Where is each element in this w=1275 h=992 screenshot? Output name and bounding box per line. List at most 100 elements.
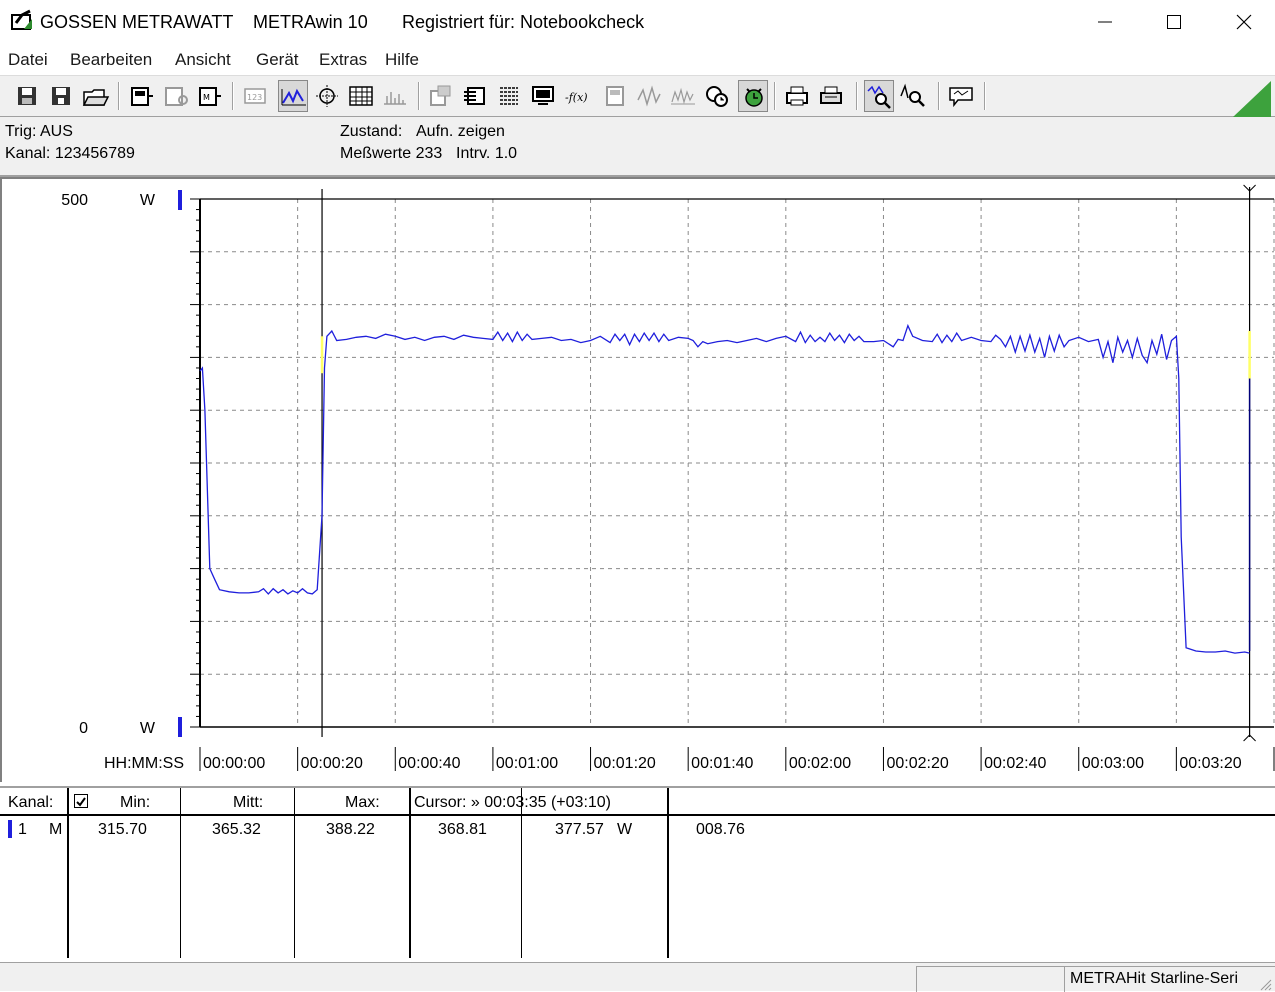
column-divider <box>409 788 411 958</box>
display-digital-button[interactable]: 123 <box>240 80 270 112</box>
device-memory-icon: M <box>199 87 221 106</box>
zoom-wave-icon <box>867 85 891 109</box>
device-settings-icon <box>430 85 451 106</box>
device-name: METRAHit Starline-Seri <box>1070 970 1239 987</box>
menu-bar: Datei Bearbeiten Ansicht Gerät Extras Hi… <box>0 44 1275 74</box>
menu-ansicht[interactable]: Ansicht <box>175 50 231 70</box>
state-value: Aufn. zeigen <box>416 123 505 140</box>
print-icon <box>820 86 842 104</box>
y-axis-unit-bottom: W <box>140 720 156 737</box>
device-memory-button[interactable]: M <box>194 80 224 112</box>
close-button[interactable] <box>1214 0 1274 44</box>
measurement-count: Meßwerte 233 <box>340 145 443 162</box>
list-settings-icon <box>500 87 518 105</box>
svg-text:-f(x): -f(x) <box>565 91 588 104</box>
zoom-out-icon <box>900 83 925 107</box>
meter-icon <box>606 86 624 106</box>
line-chart-button[interactable] <box>278 80 308 112</box>
zoom-out-button[interactable] <box>898 80 928 112</box>
minimize-button[interactable] <box>1075 0 1135 44</box>
comment-button[interactable] <box>946 80 976 112</box>
header-kanal: Kanal: <box>8 794 54 811</box>
computer-button[interactable] <box>528 80 558 112</box>
open-folder-icon <box>82 89 110 106</box>
menu-hilfe[interactable]: Hilfe <box>385 50 419 70</box>
open-button[interactable] <box>80 80 110 112</box>
device-config-icon <box>165 87 188 106</box>
check-icon <box>76 797 86 807</box>
timer-icon <box>706 86 728 107</box>
menu-extras[interactable]: Extras <box>319 50 367 70</box>
meter-button[interactable] <box>600 80 630 112</box>
svg-text:123: 123 <box>247 93 262 102</box>
column-divider <box>180 788 181 958</box>
list-settings-button[interactable] <box>494 80 524 112</box>
print-preview-button[interactable] <box>782 80 812 112</box>
header-mitt: Mitt: <box>233 794 264 811</box>
header-min: Min: <box>120 794 151 811</box>
function-button[interactable]: -f(x) <box>562 80 592 112</box>
x-tick-label: 00:00:40 <box>398 755 460 772</box>
x-tick-label: 00:02:00 <box>789 755 851 772</box>
save-disk-icon <box>18 87 36 105</box>
toolbar: M 123 -f(x) <box>0 75 1275 117</box>
record-button[interactable] <box>738 80 768 112</box>
save-button[interactable] <box>12 80 42 112</box>
signal-button[interactable] <box>668 80 698 112</box>
x-tick-label: 00:02:40 <box>984 755 1046 772</box>
xy-chart-button[interactable] <box>312 80 342 112</box>
row-diff: 008.76 <box>696 821 745 838</box>
histogram-icon <box>384 92 406 105</box>
header-cursor: Cursor: » 00:03:35 (+03:10) <box>414 794 612 811</box>
status-bar: METRAHit Starline-Seri <box>0 962 1275 992</box>
device-read-icon <box>131 87 153 106</box>
resize-grip-icon[interactable] <box>1258 977 1272 991</box>
power-chart[interactable]: 500 W 0 W HH:MM:SS 00:00:00 00:00:20 00:00:40 00… <box>2 179 1275 782</box>
y-axis-unit-top: W <box>140 192 156 209</box>
x-tick-label: 00:01:20 <box>594 755 656 772</box>
device-config-button[interactable] <box>160 80 190 112</box>
header-divider <box>0 814 1275 816</box>
waveform-button[interactable] <box>634 80 664 112</box>
table-icon <box>349 86 373 106</box>
status-info-panel: Trig: AUS Kanal: 123456789 Zustand: Aufn… <box>0 117 1275 177</box>
timer-button[interactable] <box>702 80 732 112</box>
device-read-button[interactable] <box>126 80 156 112</box>
y-axis-min-label: 0 <box>79 720 88 737</box>
table-view-button[interactable] <box>346 80 376 112</box>
window-brand: GOSSEN METRAWATT <box>40 12 234 32</box>
histogram-button[interactable] <box>380 80 410 112</box>
x-axis-label: HH:MM:SS <box>104 755 184 772</box>
save-as-button[interactable] <box>46 80 76 112</box>
interval-value: Intrv. 1.0 <box>456 145 518 162</box>
menu-geraet[interactable]: Gerät <box>256 50 299 70</box>
resize-corner-icon <box>1233 81 1271 117</box>
header-max: Max: <box>345 794 380 811</box>
print-button[interactable] <box>816 80 846 112</box>
menu-datei[interactable]: Datei <box>8 50 48 70</box>
x-tick-label: 00:03:00 <box>1082 755 1144 772</box>
row-unit: W <box>617 821 633 838</box>
maximize-button[interactable] <box>1144 0 1204 44</box>
waveform-icon <box>637 85 661 107</box>
x-tick-label: 00:01:40 <box>691 755 753 772</box>
row-max: 388.22 <box>326 821 375 838</box>
printer-icon <box>786 86 808 106</box>
row-mode: M <box>49 821 63 838</box>
menu-bearbeiten[interactable]: Bearbeiten <box>70 50 152 70</box>
zoom-in-button[interactable] <box>864 80 894 112</box>
header-checkbox[interactable] <box>74 794 88 808</box>
x-tick-label: 00:03:20 <box>1179 755 1241 772</box>
status-panel-empty <box>916 966 1064 992</box>
row-cursor-b: 377.57 <box>555 821 604 838</box>
measurement-table: Kanal: Min: Mitt: Max: Cursor: » 00:03:3… <box>0 786 1275 958</box>
column-divider <box>294 788 295 958</box>
chart-area[interactable]: 500 W 0 W HH:MM:SS 00:00:00 00:00:20 00:00:40 00… <box>0 177 1275 782</box>
row-mitt: 365.32 <box>212 821 261 838</box>
line-chart-icon <box>281 88 306 106</box>
crosshair-icon <box>316 85 338 107</box>
device-settings-button[interactable] <box>426 80 456 112</box>
svg-text:M: M <box>203 93 210 102</box>
channel-select-button[interactable] <box>460 80 490 112</box>
column-divider <box>667 788 669 958</box>
